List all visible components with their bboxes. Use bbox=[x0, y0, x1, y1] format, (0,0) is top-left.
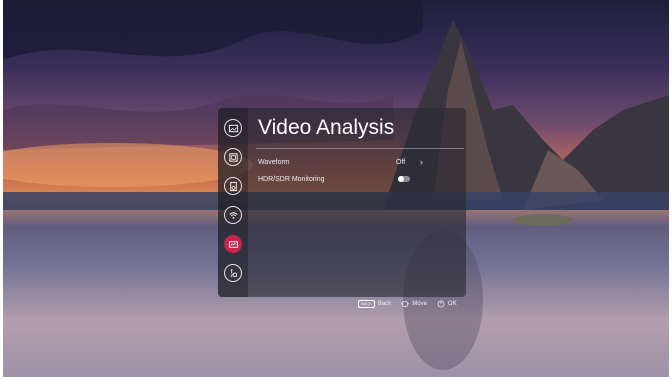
rail-screen-button[interactable] bbox=[224, 148, 242, 166]
rail-picture-button[interactable] bbox=[224, 119, 242, 137]
rail-connection-button[interactable] bbox=[224, 206, 242, 224]
move-hint: Move bbox=[401, 300, 427, 308]
video-analysis-panel: Video Analysis Waveform Off › HDR/SDR Mo… bbox=[218, 108, 466, 297]
screen-icon bbox=[228, 152, 238, 162]
move-label: Move bbox=[412, 301, 427, 307]
waveform-row[interactable]: Waveform Off › bbox=[258, 156, 458, 170]
key-hints: BACK Back Move OK bbox=[358, 299, 457, 309]
hdr-sdr-monitoring-toggle[interactable] bbox=[398, 176, 410, 182]
back-hint[interactable]: BACK Back bbox=[358, 300, 391, 308]
rail-video-analysis-button[interactable] bbox=[224, 235, 242, 253]
navigation-wheel-icon bbox=[401, 300, 410, 308]
hdr-sdr-monitoring-row[interactable]: HDR/SDR Monitoring bbox=[258, 173, 458, 187]
sound-icon bbox=[229, 181, 237, 191]
chevron-right-icon: › bbox=[420, 157, 423, 167]
ok-hint[interactable]: OK bbox=[437, 300, 457, 308]
back-key-icon: BACK bbox=[358, 300, 375, 308]
waveform-label: Waveform bbox=[258, 159, 290, 166]
back-label: Back bbox=[377, 301, 392, 307]
rail-settings-button[interactable] bbox=[224, 264, 242, 282]
video-analysis-icon bbox=[228, 240, 238, 248]
connection-icon bbox=[229, 211, 237, 219]
ok-label: OK bbox=[447, 301, 457, 307]
menu-rail bbox=[218, 108, 248, 297]
picture-icon bbox=[228, 124, 238, 132]
settings-icon bbox=[229, 268, 237, 277]
tv-screen: Video Analysis Waveform Off › HDR/SDR Mo… bbox=[3, 0, 669, 377]
hdr-sdr-monitoring-label: HDR/SDR Monitoring bbox=[258, 176, 325, 183]
title-divider bbox=[256, 148, 464, 149]
waveform-value: Off bbox=[396, 159, 406, 166]
page-title: Video Analysis bbox=[258, 116, 395, 139]
ok-wheel-icon bbox=[437, 300, 445, 308]
rail-sound-button[interactable] bbox=[224, 177, 242, 195]
